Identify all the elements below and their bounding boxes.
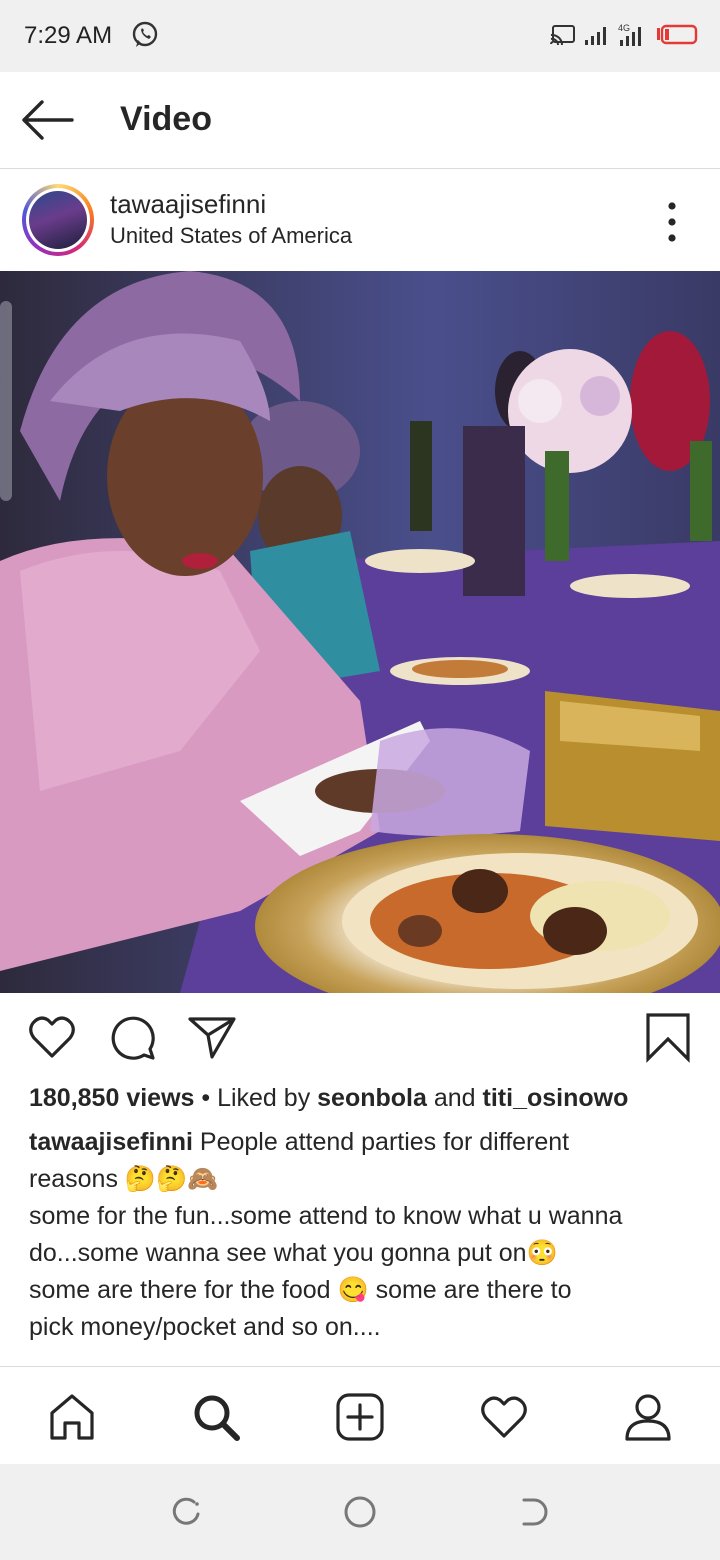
svg-text:4G: 4G [618,23,630,33]
post-video[interactable] [0,271,720,993]
caption-line-3: some for the fun...some attend to know w… [29,1202,623,1230]
more-vertical-icon[interactable] [650,197,694,247]
app-header: Video [0,72,720,169]
post-actions [0,993,720,1073]
activity-heart-icon[interactable] [478,1391,530,1443]
caption-text-1: People attend parties for different [199,1128,570,1156]
page-title: Video [120,100,212,138]
home-icon[interactable] [46,1391,98,1443]
status-icons: 4G [550,22,698,48]
video-frame [0,271,720,993]
views-count[interactable]: 180,850 views [29,1084,194,1112]
liked-by-user-1[interactable]: seonbola [317,1084,427,1112]
caption-line-1: tawaajisefinni People attend parties for… [29,1124,699,1161]
comment-icon[interactable] [106,1011,158,1063]
profile-icon[interactable] [622,1391,674,1443]
post-location[interactable]: United States of America [110,223,352,249]
share-icon[interactable] [186,1011,238,1063]
recents-icon[interactable] [168,1494,204,1530]
bookmark-icon[interactable] [642,1011,694,1063]
post-caption: tawaajisefinni People attend parties for… [29,1124,699,1346]
home-circle-icon[interactable] [342,1494,378,1530]
avatar[interactable] [22,184,94,256]
caption-username[interactable]: tawaajisefinni [29,1128,193,1156]
liked-by-user-2[interactable]: titi_osinowo [483,1084,629,1112]
liked-by-and: and [433,1084,476,1112]
caption-line-6: pick money/pocket and so on.... [29,1313,381,1341]
heart-icon[interactable] [26,1011,78,1063]
signal-4g-icon: 4G [618,23,641,46]
post-header: tawaajisefinni United States of America [0,169,720,271]
caption-line-5: some are there for the food 😋 some are t… [29,1276,572,1304]
caption-line-4: do...some wanna see what you gonna put o… [29,1239,558,1267]
bottom-nav [0,1366,720,1465]
back-arrow-icon[interactable] [18,92,78,148]
add-post-icon[interactable] [334,1391,386,1443]
liked-by-prefix: • Liked by [201,1084,311,1112]
whatsapp-icon [132,21,158,47]
cast-icon [550,25,575,46]
battery-low-icon [657,24,698,45]
system-nav [0,1464,720,1560]
back-icon[interactable] [516,1494,552,1530]
post-username[interactable]: tawaajisefinni [110,189,266,220]
caption-line-2: reasons 🤔🤔🙈 [29,1165,219,1193]
signal-icon [585,27,606,45]
status-bar: 7:29 AM 4G [0,0,720,72]
search-icon[interactable] [190,1391,242,1443]
views-likes-line: 180,850 views • Liked by seonbola and ti… [29,1084,628,1113]
status-time: 7:29 AM [24,22,113,49]
